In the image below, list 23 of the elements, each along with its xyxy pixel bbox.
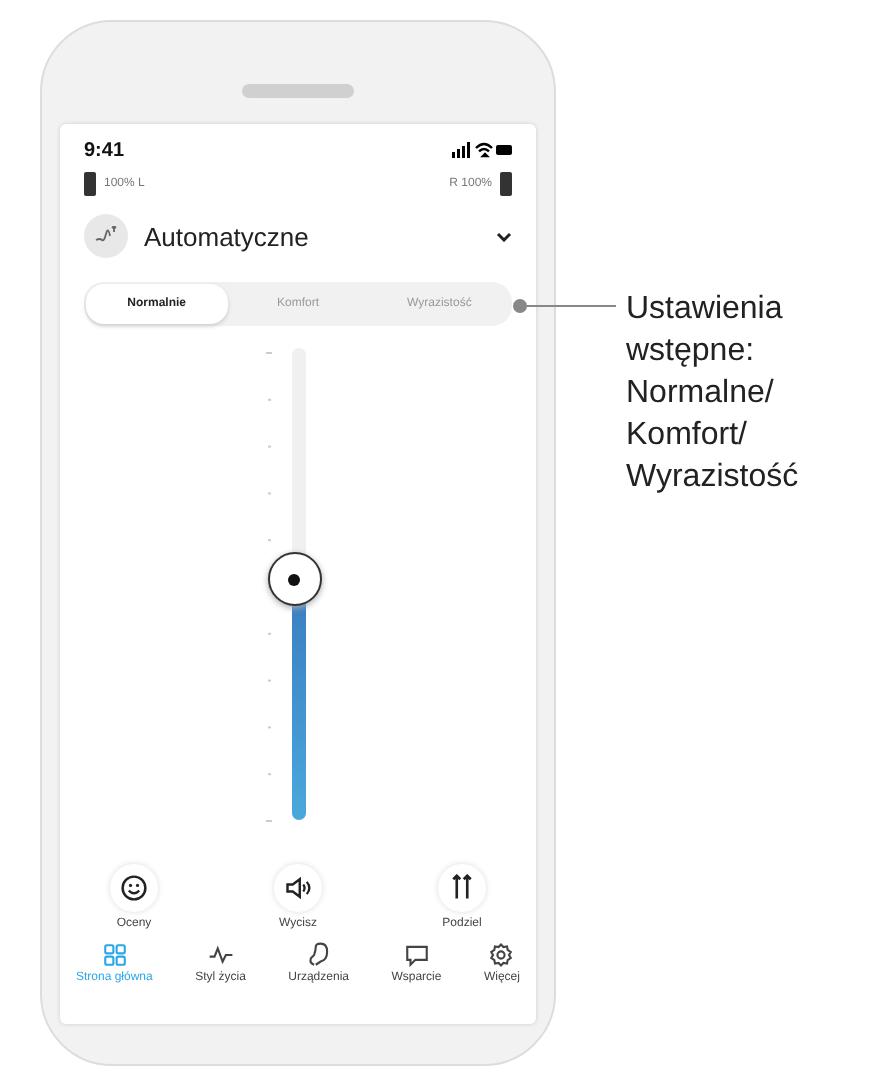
slider-thumb[interactable] [267,552,321,607]
smiley-icon [120,874,148,902]
rate-button[interactable] [110,864,158,912]
battery-icon [84,172,96,196]
chat-bubble-icon [403,942,430,968]
up-arrows-icon [448,874,476,902]
settings-icon [488,942,515,968]
status-icons [452,142,512,158]
mute-button[interactable] [274,864,322,912]
speaker-icon [284,874,312,902]
pulse-line-icon [207,942,234,968]
volume-slider[interactable] [271,344,325,824]
speaker-slot [242,84,354,98]
callout-text: Ustawienia wstępne: Normalne/ Komfort/ Wyrazistość [626,290,801,498]
grid-icon [101,942,128,968]
battery-icon [500,172,512,196]
program-icon [84,214,128,258]
status-time: 9:41 [84,139,125,161]
program-name: Automatyczne [144,221,311,251]
leader-line [512,298,616,314]
chevron-down-icon[interactable] [496,231,512,241]
split-button[interactable] [438,864,486,912]
ear-icon [305,942,332,968]
